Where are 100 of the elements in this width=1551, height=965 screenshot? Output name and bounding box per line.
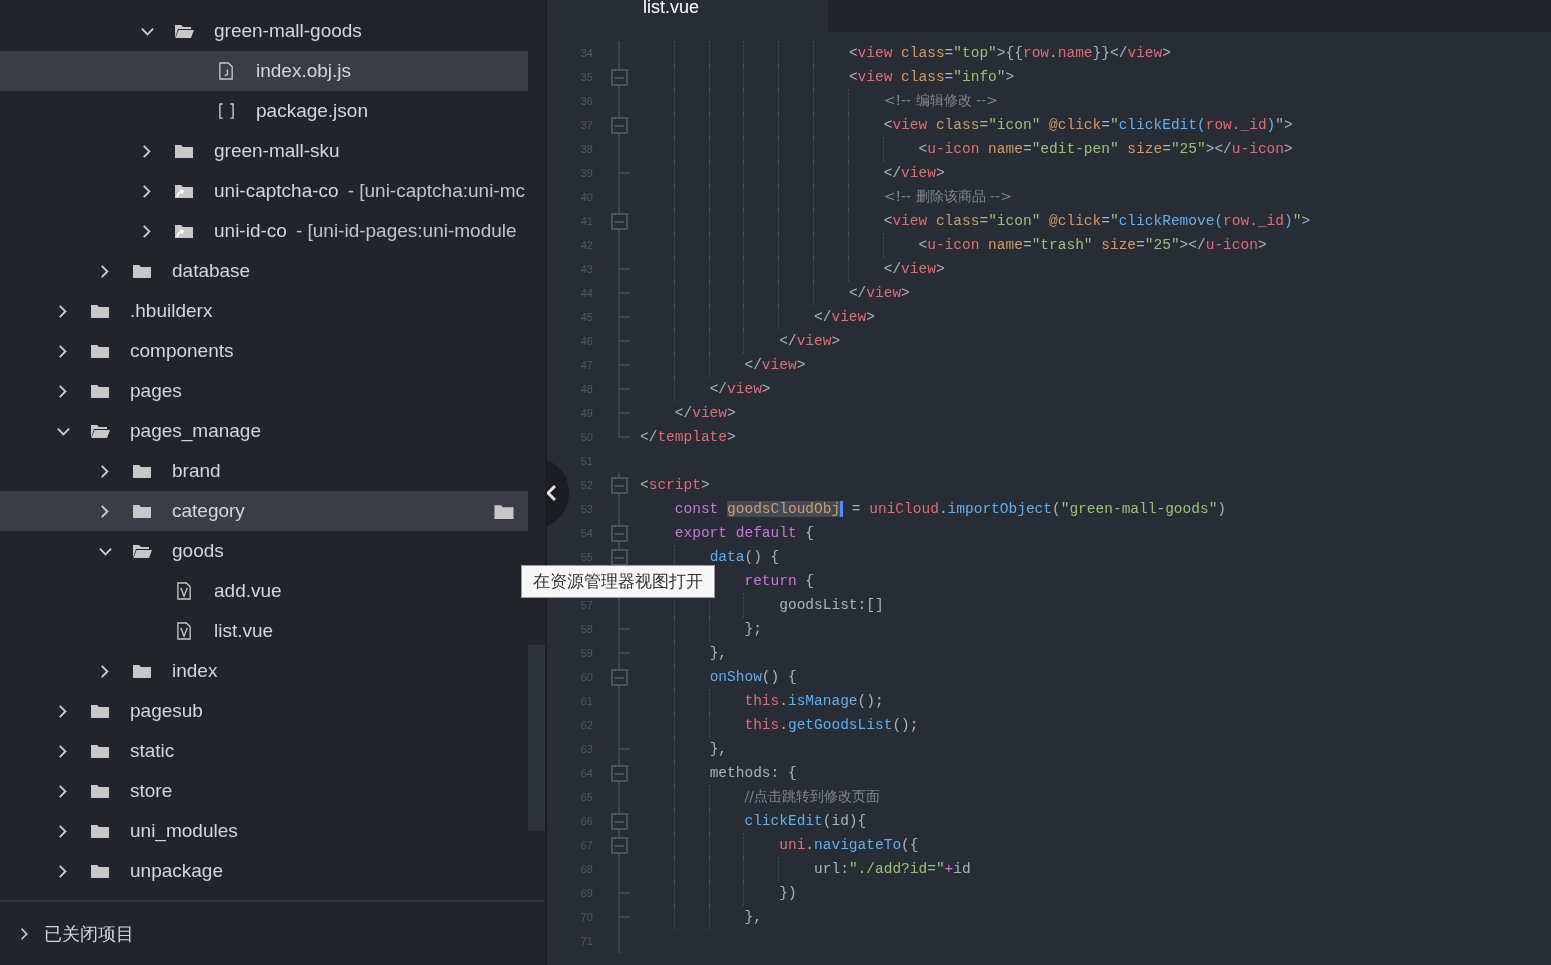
tree-item[interactable]: pages — [0, 371, 528, 411]
code-line: <script> — [640, 476, 710, 495]
item-label: package.json — [256, 100, 368, 122]
fold-toggle-icon[interactable] — [611, 813, 628, 830]
code-line: <u-icon name="trash" size="25"></u-icon> — [918, 236, 1267, 255]
file-icon — [175, 622, 193, 640]
code-line: clickEdit(id){ — [744, 812, 867, 831]
folder-icon — [89, 702, 111, 720]
folder-icon — [131, 662, 153, 680]
tree-item[interactable]: pagesub — [0, 691, 528, 731]
tree-item[interactable]: uni-captcha-co - [uni-captcha:uni-mc — [0, 171, 528, 211]
tree-item[interactable]: package.json — [0, 91, 528, 131]
tree-item[interactable]: green-mall-sku — [0, 131, 528, 171]
tree-item[interactable]: static — [0, 731, 528, 771]
item-label: green-mall-sku — [214, 140, 340, 162]
item-label: green-mall-goods — [214, 20, 362, 42]
tree-item[interactable]: list.vue — [0, 611, 528, 651]
tree-item[interactable]: category — [0, 491, 528, 531]
tree-item[interactable]: index.obj.js — [0, 51, 528, 91]
fold-toggle-icon[interactable] — [611, 765, 628, 782]
code-line: }, — [709, 740, 728, 759]
tree-item[interactable]: uni-id-co - [uni-id-pages:uni-module — [0, 211, 528, 251]
code-line: data() { — [709, 548, 780, 567]
code-line: //点击跳转到修改页面 — [744, 787, 880, 806]
fold-toggle-icon[interactable] — [611, 669, 628, 686]
code-line: </view> — [883, 164, 945, 183]
code-line: return { — [744, 572, 815, 591]
code-line: </view> — [779, 332, 841, 351]
code-line: methods: { — [709, 764, 797, 783]
tree-item[interactable]: store — [0, 771, 528, 811]
item-detail: - [uni-captcha:uni-mc — [347, 180, 526, 202]
folder-icon[interactable] — [493, 502, 516, 521]
code-line: }) — [779, 884, 797, 903]
tree-item[interactable]: index — [0, 651, 528, 691]
code-line: </template> — [640, 428, 736, 447]
code-line: export default { — [674, 524, 815, 543]
item-label: .hbuilderx — [130, 300, 213, 322]
tree-item[interactable]: pages_manage — [0, 411, 528, 451]
fold-toggle-icon[interactable] — [611, 837, 628, 854]
code-line: </view> — [674, 404, 736, 423]
code-line: <!-- 删除该商品 --> — [883, 187, 1012, 206]
code-line: <view class="info"> — [848, 68, 1015, 87]
fold-toggle-icon[interactable] — [611, 525, 628, 542]
code-line: <view class="icon" @click="clickRemove(row._id)"> — [883, 212, 1311, 231]
item-label: index — [172, 660, 218, 682]
brackets-icon — [217, 102, 235, 120]
tree-item[interactable]: uni_modules — [0, 811, 528, 851]
file-icon — [175, 582, 193, 600]
code-line: uni.navigateTo({ — [779, 836, 919, 855]
open-folder-icon — [89, 422, 111, 440]
code-line: }, — [709, 644, 728, 663]
folder-icon — [89, 822, 111, 840]
open-folder-icon — [131, 542, 153, 560]
tooltip: 在资源管理器视图打开 — [521, 565, 715, 598]
code-line: <view class="top">{{row.name}}</view> — [848, 44, 1171, 63]
code-line: this.isManage(); — [744, 692, 884, 711]
code-line: }, — [744, 908, 762, 927]
code-line: </view> — [848, 284, 910, 303]
item-label: uni-id-co — [214, 220, 287, 242]
fold-toggle-icon[interactable] — [611, 117, 628, 134]
code-line: <!-- 编辑修改 --> — [883, 91, 998, 110]
code-line: <view class="icon" @click="clickEdit(row._id)"> — [883, 116, 1293, 135]
folder-icon — [89, 782, 111, 800]
folder-icon — [173, 142, 195, 160]
item-label: index.obj.js — [256, 60, 352, 82]
fold-toggle-icon[interactable] — [611, 69, 628, 86]
chevron-left-icon — [547, 484, 559, 502]
folder-icon — [131, 502, 153, 520]
folder-icon — [131, 462, 153, 480]
folder-icon — [89, 742, 111, 760]
code-line: const goodsCloudObj = uniCloud.importObject("green-mall-goods") — [674, 500, 1227, 519]
tree-item[interactable]: components — [0, 331, 528, 371]
item-label: category — [172, 500, 245, 522]
linked-folder-icon — [173, 222, 195, 240]
item-label: components — [130, 340, 234, 362]
tree-item[interactable]: unpackage — [0, 851, 528, 891]
open-folder-icon — [173, 22, 195, 40]
folder-icon — [89, 302, 111, 320]
item-label: add.vue — [214, 580, 282, 602]
tree-item[interactable]: green-mall-goods — [0, 11, 528, 51]
tree-item[interactable]: brand — [0, 451, 528, 491]
code-line: onShow() { — [709, 668, 797, 687]
code-line: </view> — [709, 380, 771, 399]
fold-toggle-icon[interactable] — [611, 477, 628, 494]
item-label: static — [130, 740, 175, 762]
folder-icon — [131, 262, 153, 280]
code-line: }; — [744, 620, 762, 639]
item-label: unpackage — [130, 860, 223, 882]
tree-item[interactable]: database — [0, 251, 528, 291]
code-line: goodsList:[] — [779, 596, 884, 615]
item-label: goods — [172, 540, 224, 562]
item-label: brand — [172, 460, 221, 482]
linked-folder-icon — [173, 182, 195, 200]
item-label: store — [130, 780, 173, 802]
item-label: list.vue — [214, 620, 274, 642]
scrollbar-thumb[interactable] — [528, 645, 545, 831]
file-tab[interactable]: list.vue — [547, 0, 828, 32]
item-label: pages_manage — [130, 420, 261, 442]
tree-item[interactable]: .hbuilderx — [0, 291, 528, 331]
fold-toggle-icon[interactable] — [611, 213, 628, 230]
